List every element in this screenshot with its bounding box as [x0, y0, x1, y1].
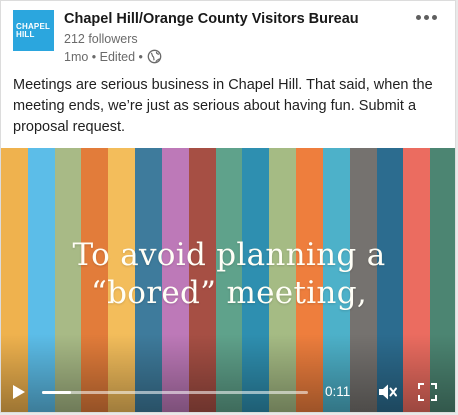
post-card: CHAPEL HILL Chapel Hill/Orange County Vi…	[0, 0, 456, 413]
video-player[interactable]: To avoid planning a “bored” meeting, 0:1…	[1, 148, 455, 412]
post-meta: 1mo • Edited •	[64, 49, 162, 64]
author-name[interactable]: Chapel Hill/Orange County Visitors Burea…	[64, 11, 359, 27]
progress-bar[interactable]	[42, 391, 308, 394]
video-controls: 0:11	[1, 378, 455, 406]
fullscreen-icon[interactable]	[418, 383, 437, 401]
company-logo[interactable]: CHAPEL HILL	[13, 10, 54, 51]
caption-line1: To avoid planning a	[72, 237, 386, 273]
video-time: 0:11	[325, 384, 351, 399]
more-options-button[interactable]	[411, 7, 441, 27]
post-text: Meetings are serious business in Chapel …	[13, 77, 433, 135]
video-caption: To avoid planning a “bored” meeting,	[1, 236, 455, 312]
globe-icon	[147, 49, 162, 64]
play-icon[interactable]	[12, 384, 26, 400]
logo-text-line2: HILL	[16, 29, 35, 39]
more-icon-dot	[423, 14, 429, 20]
follower-count: 212 followers	[64, 32, 138, 46]
more-icon	[415, 14, 421, 20]
mute-icon[interactable]	[377, 382, 398, 402]
more-icon-dot	[431, 14, 437, 20]
caption-line2: “bored” meeting,	[91, 275, 367, 311]
post-age: 1mo • Edited •	[64, 49, 143, 64]
progress-fill	[42, 391, 72, 394]
